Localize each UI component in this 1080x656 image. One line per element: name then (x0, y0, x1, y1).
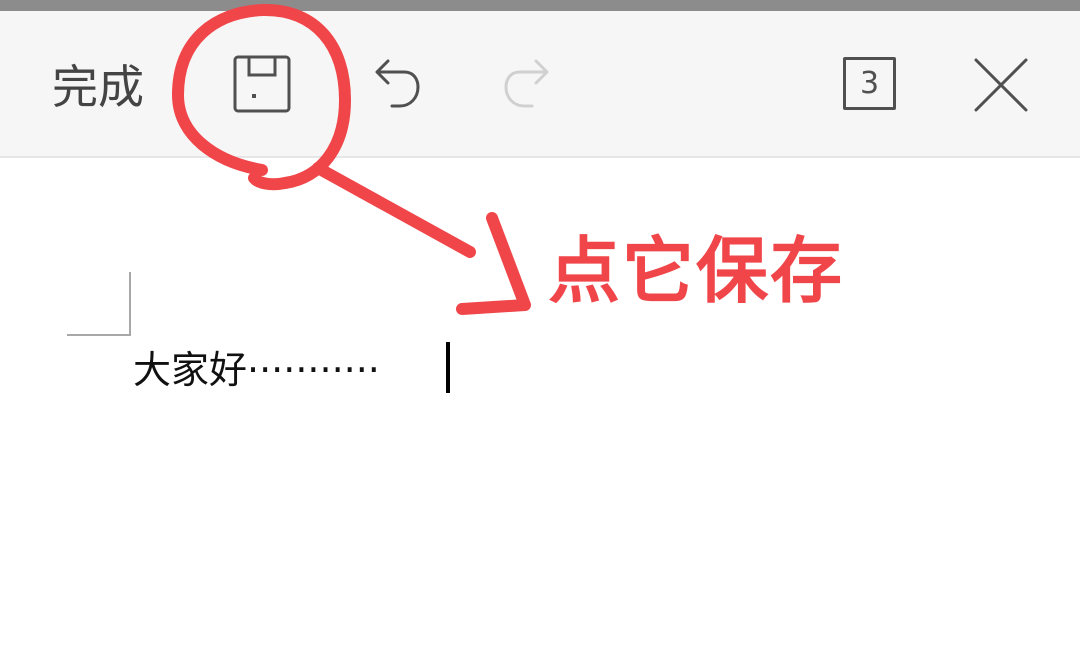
document-canvas[interactable]: 大家好··········· (0, 158, 1080, 656)
save-icon (233, 55, 291, 113)
save-button[interactable] (233, 55, 291, 113)
close-button[interactable] (972, 56, 1030, 114)
page-count-value: 3 (859, 66, 880, 101)
document-text-dots: ··········· (247, 348, 380, 392)
document-text-content: 大家好 (133, 348, 248, 392)
close-icon (974, 58, 1028, 112)
document-text[interactable]: 大家好··········· (133, 344, 380, 396)
editor-screen: 完成 3 大家好··········· 点它保存 (0, 0, 1080, 656)
annotation-label: 点它保存 (548, 229, 845, 313)
text-caret (446, 342, 450, 393)
undo-icon (375, 59, 420, 108)
undo-button[interactable] (368, 56, 424, 112)
editor-toolbar: 完成 3 (0, 11, 1080, 158)
margin-corner-mark (67, 272, 131, 336)
redo-icon (504, 59, 549, 108)
page-count-button[interactable]: 3 (843, 57, 896, 110)
status-strip (0, 0, 1080, 11)
redo-button[interactable] (500, 56, 556, 112)
done-button[interactable]: 完成 (52, 59, 144, 115)
